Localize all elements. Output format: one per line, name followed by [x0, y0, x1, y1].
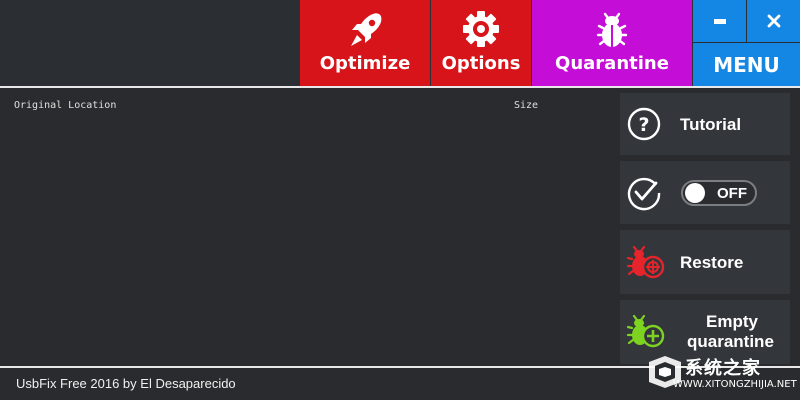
column-header-original-location[interactable]: Original Location [14, 100, 116, 111]
footer-text: UsbFix Free 2016 by El Desaparecido [16, 376, 236, 391]
empty-label-line-1: Empty [706, 312, 758, 331]
gear-icon [460, 8, 502, 55]
close-button[interactable] [747, 0, 800, 42]
menu-button[interactable]: MENU [693, 43, 800, 86]
check-icon [626, 175, 662, 216]
protection-toggle[interactable]: OFF [681, 180, 757, 206]
question-icon: ? [626, 106, 662, 147]
rocket-icon [343, 8, 387, 57]
toggle-state-label: OFF [717, 185, 747, 202]
watermark-text: 系统之家 [685, 358, 761, 378]
restore-label: Restore [680, 253, 744, 272]
empty-label-line-2: quarantine [687, 332, 774, 351]
bug-empty-icon [626, 313, 666, 354]
tutorial-label: Tutorial [680, 115, 742, 134]
close-icon [767, 14, 780, 28]
watermark-url: WWW.XITONGZHIJIA.NET [673, 379, 797, 390]
restore-button[interactable]: Restore [620, 230, 790, 294]
quarantine-button[interactable]: Quarantine [532, 0, 692, 86]
column-header-size[interactable]: Size [514, 100, 538, 111]
toggle-knob [685, 183, 705, 203]
options-button[interactable]: Options [431, 0, 531, 86]
svg-text:?: ? [638, 114, 649, 136]
menu-label: MENU [713, 52, 780, 77]
bug-icon [590, 8, 634, 57]
header-divider [0, 86, 800, 88]
minimize-icon [713, 19, 726, 24]
optimize-button[interactable]: Optimize [300, 0, 430, 86]
bug-restore-icon [626, 244, 666, 285]
watermark-logo-icon [645, 352, 685, 397]
tutorial-button[interactable]: ? Tutorial [620, 93, 790, 155]
options-label: Options [441, 53, 521, 74]
minimize-button[interactable] [693, 0, 746, 42]
